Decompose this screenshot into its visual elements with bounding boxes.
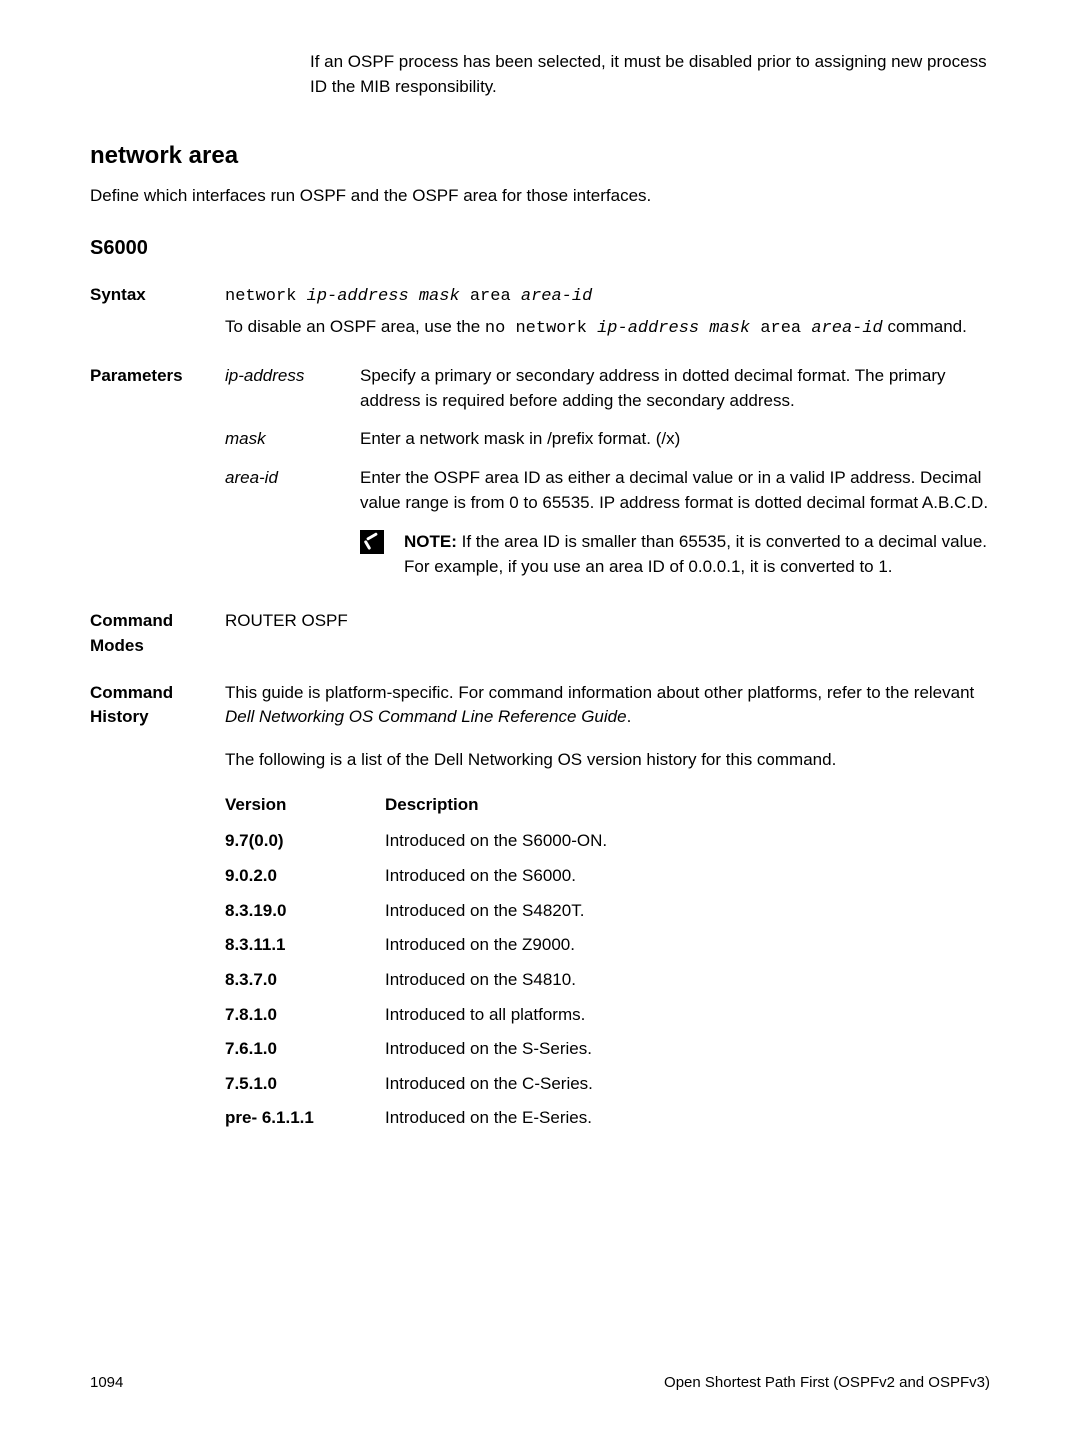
- chapter-title: Open Shortest Path First (OSPFv2 and OSP…: [664, 1372, 990, 1394]
- version-cell: 7.5.1.0: [225, 1072, 385, 1097]
- version-desc: Introduced on the S4820T.: [385, 899, 990, 924]
- version-cell: 8.3.19.0: [225, 899, 385, 924]
- syntax-cmd-area: area: [460, 287, 521, 306]
- note-text: If the area ID is smaller than 65535, it…: [404, 532, 987, 576]
- command-modes-value: ROUTER OSPF: [225, 609, 990, 634]
- syntax-disable-areaid: area-id: [811, 319, 882, 338]
- version-cell: 7.6.1.0: [225, 1037, 385, 1062]
- version-cell: 8.3.11.1: [225, 933, 385, 958]
- version-cell: 7.8.1.0: [225, 1003, 385, 1028]
- syntax-content: network ip-address mask area area-id To …: [225, 283, 990, 342]
- version-cell: 9.7(0.0): [225, 829, 385, 854]
- param-desc-areaid: Enter the OSPF area ID as either a decim…: [360, 466, 990, 515]
- command-history-label: Command History: [90, 681, 225, 730]
- syntax-disable-prefix: To disable an OSPF area, use the: [225, 317, 485, 336]
- model-heading: S6000: [90, 234, 990, 263]
- history-desc2: The following is a list of the Dell Netw…: [225, 748, 990, 773]
- history-desc1-italic: Dell Networking OS Command Line Referenc…: [225, 707, 627, 726]
- parameters-label: Parameters: [90, 364, 225, 389]
- version-desc: Introduced on the C-Series.: [385, 1072, 990, 1097]
- description-header: Description: [385, 793, 990, 818]
- version-desc: Introduced on the E-Series.: [385, 1106, 990, 1131]
- history-desc1: This guide is platform-specific. For com…: [225, 683, 974, 702]
- section-title: network area: [90, 139, 990, 174]
- syntax-cmd-areaid: area-id: [521, 287, 592, 306]
- version-desc: Introduced on the S6000.: [385, 864, 990, 889]
- version-cell: 9.0.2.0: [225, 864, 385, 889]
- version-cell: pre- 6.1.1.1: [225, 1106, 385, 1131]
- history-desc1-suffix: .: [627, 707, 632, 726]
- param-name-areaid: area-id: [225, 466, 360, 491]
- syntax-cmd-prefix: network: [225, 287, 307, 306]
- version-header: Version: [225, 793, 385, 818]
- param-name-mask: mask: [225, 427, 360, 452]
- version-desc: Introduced on the S-Series.: [385, 1037, 990, 1062]
- version-desc: Introduced on the Z9000.: [385, 933, 990, 958]
- version-cell: 8.3.7.0: [225, 968, 385, 993]
- syntax-disable-cmd: no network: [485, 319, 597, 338]
- param-desc-mask: Enter a network mask in /prefix format. …: [360, 427, 990, 452]
- syntax-disable-area: area: [750, 319, 811, 338]
- command-modes-label: Command Modes: [90, 609, 225, 658]
- syntax-disable-ipmask: ip-address mask: [597, 319, 750, 338]
- param-name-ip: ip-address: [225, 364, 360, 389]
- page-number: 1094: [90, 1372, 123, 1394]
- note-label: NOTE:: [404, 532, 457, 551]
- pencil-note-icon: [360, 530, 384, 554]
- syntax-disable-suffix: command.: [883, 317, 967, 336]
- section-subtitle: Define which interfaces run OSPF and the…: [90, 184, 990, 209]
- syntax-cmd-ipmask: ip-address mask: [307, 287, 460, 306]
- version-desc: Introduced to all platforms.: [385, 1003, 990, 1028]
- version-desc: Introduced on the S4810.: [385, 968, 990, 993]
- version-desc: Introduced on the S6000-ON.: [385, 829, 990, 854]
- intro-text: If an OSPF process has been selected, it…: [310, 50, 990, 99]
- param-desc-ip: Specify a primary or secondary address i…: [360, 364, 990, 413]
- syntax-label: Syntax: [90, 283, 225, 308]
